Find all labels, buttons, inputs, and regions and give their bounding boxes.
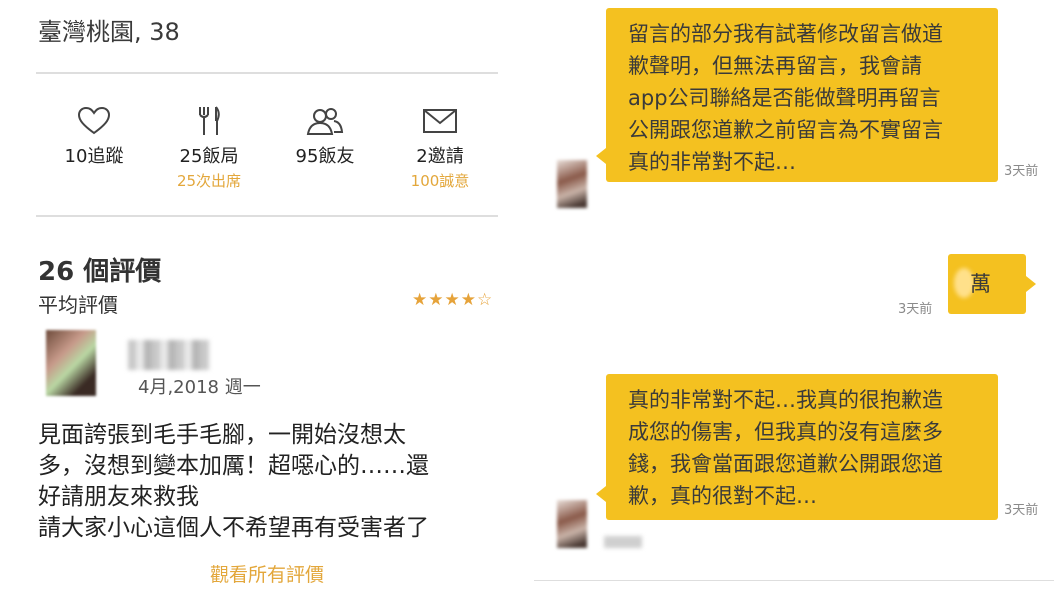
stat-label: 95飯友 <box>295 146 355 167</box>
heart-icon <box>39 104 149 138</box>
message-line: 錢，我會當面跟您道歉公開跟您道 <box>628 452 943 476</box>
stat-sub <box>270 170 380 188</box>
stat-label: 25飯局 <box>179 146 239 167</box>
message-timestamp: 3天前 <box>898 302 933 317</box>
message-line: 真的非常對不起…我真的很抱歉造 <box>628 388 943 412</box>
sender-avatar[interactable] <box>557 160 587 208</box>
message-line: 歉聲明，但無法再留言，我會請 <box>628 54 922 78</box>
divider <box>36 215 498 217</box>
stat-follow[interactable]: 10追蹤 <box>39 104 149 188</box>
reviewer-avatar[interactable] <box>46 330 96 396</box>
review-line: 請大家小心這個人不希望再有受害者了 <box>38 515 429 541</box>
message-timestamp: 3天前 <box>1004 164 1039 179</box>
mail-icon <box>385 104 495 138</box>
stat-label: 10追蹤 <box>64 146 124 167</box>
stat-label: 2邀請 <box>416 146 464 167</box>
see-all-reviews-link[interactable]: 觀看所有評價 <box>0 560 534 587</box>
message-line: 留言的部分我有試著修改留言做道 <box>628 22 943 46</box>
chat-bubble-outgoing: 萬 <box>948 254 1036 314</box>
message-line: 歉，真的很對不起… <box>628 484 817 508</box>
review-line: 好請朋友來救我 <box>38 484 199 510</box>
message-line: 萬 <box>970 272 991 296</box>
stat-sub: 25次出席 <box>176 172 242 190</box>
reviews-title: 26 個評價 <box>38 257 162 287</box>
reviewer-name-blurred <box>128 340 210 370</box>
stat-friends[interactable]: 95飯友 <box>270 104 380 188</box>
sender-avatar[interactable] <box>557 500 587 548</box>
chat-bubble-incoming: 真的非常對不起…我真的很抱歉造 成您的傷害，但我真的沒有這麼多 錢，我會當面跟您… <box>596 374 998 520</box>
stat-meals[interactable]: 25飯局 25次出席 <box>154 104 264 190</box>
utensils-icon <box>154 104 264 138</box>
message-line: app公司聯絡是否能做聲明再留言 <box>628 86 941 110</box>
review-date: 4月,2018 週一 <box>138 377 261 398</box>
star-rating: ★★★★☆ <box>412 290 494 310</box>
message-line: 成您的傷害，但我真的沒有這麼多 <box>628 420 943 444</box>
divider <box>36 72 498 74</box>
stat-invites[interactable]: 2邀請 100誠意 <box>385 104 495 190</box>
stat-sub: 100誠意 <box>410 172 470 190</box>
average-rating-label: 平均評價 <box>38 293 118 317</box>
message-timestamp: 3天前 <box>1004 503 1039 518</box>
review-text: 見面誇張到毛手毛腳，一開始沒想太 多，沒想到變本加厲！超噁心的……還 好請朋友來… <box>38 420 498 544</box>
review-line: 見面誇張到毛手毛腳，一開始沒想太 <box>38 422 406 448</box>
message-line: 公開跟您道歉之前留言為不實留言 <box>628 118 943 142</box>
sender-name-blurred <box>604 536 642 548</box>
friends-icon <box>270 104 380 138</box>
stat-sub <box>39 170 149 188</box>
profile-location: 臺灣桃園, 38 <box>38 18 180 46</box>
divider <box>534 580 1054 581</box>
message-line: 真的非常對不起… <box>628 150 796 174</box>
chat-bubble-incoming: 留言的部分我有試著修改留言做道 歉聲明，但無法再留言，我會請 app公司聯絡是否… <box>596 8 998 182</box>
review-line: 多，沒想到變本加厲！超噁心的……還 <box>38 453 429 479</box>
